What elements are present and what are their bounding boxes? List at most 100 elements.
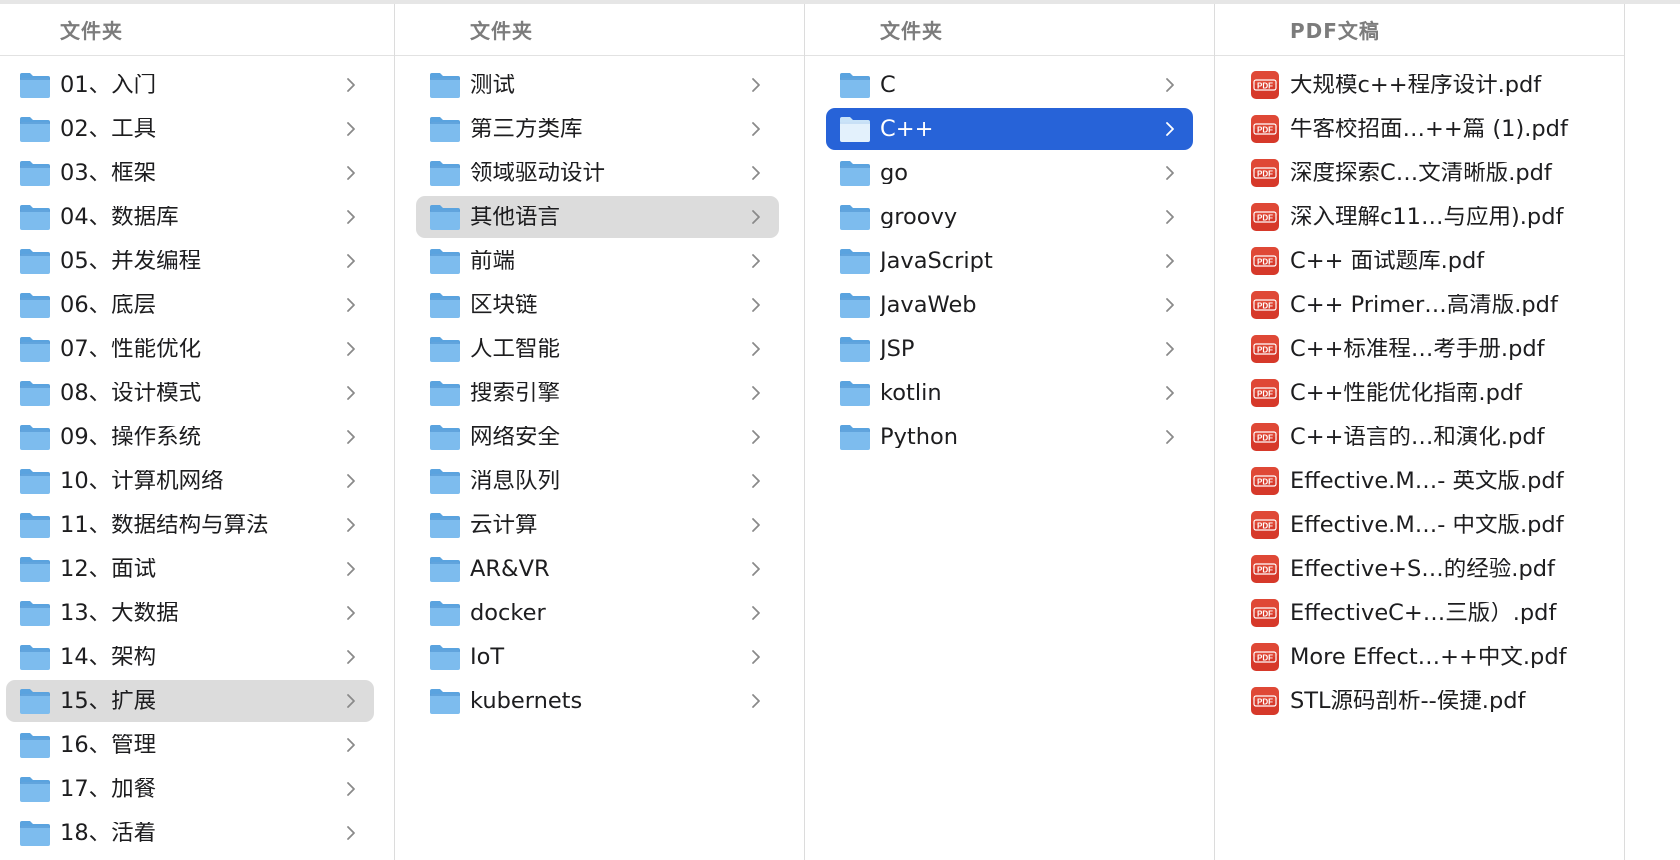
chevron-right-icon bbox=[340, 117, 362, 141]
folder-icon bbox=[838, 114, 872, 144]
folder-row[interactable]: 人工智能 bbox=[416, 328, 779, 370]
folder-name: go bbox=[880, 161, 909, 185]
folder-icon bbox=[838, 378, 872, 408]
file-row[interactable]: PDF EffectiveC+…三版）.pdf bbox=[1236, 592, 1606, 634]
column-4[interactable]: PDF文稿 PDF 大规模c++程序设计.pdf PDF 牛客校招面…++篇 (1).… bbox=[1215, 4, 1625, 860]
folder-name: kotlin bbox=[880, 381, 942, 405]
folder-name: 06、底层 bbox=[60, 293, 157, 317]
folder-icon bbox=[428, 158, 462, 188]
folder-icon bbox=[18, 642, 52, 672]
folder-name: IoT bbox=[470, 645, 505, 669]
folder-row[interactable]: 15、扩展 bbox=[6, 680, 374, 722]
chevron-right-icon bbox=[745, 161, 767, 185]
folder-row[interactable]: 03、框架 bbox=[6, 152, 374, 194]
folder-row[interactable]: 01、入门 bbox=[6, 64, 374, 106]
file-row[interactable]: PDF Effective+S…的经验.pdf bbox=[1236, 548, 1606, 590]
folder-row[interactable]: 13、大数据 bbox=[6, 592, 374, 634]
folder-row[interactable]: 06、底层 bbox=[6, 284, 374, 326]
folder-row[interactable]: 18、活着 bbox=[6, 812, 374, 854]
file-row[interactable]: PDF More Effect…++中文.pdf bbox=[1236, 636, 1606, 678]
column-3[interactable]: 文件夹 C C++ go groovy JavaScript JavaWeb JSP kotl… bbox=[805, 4, 1215, 860]
folder-row[interactable]: 05、并发编程 bbox=[6, 240, 374, 282]
folder-row[interactable]: 14、架构 bbox=[6, 636, 374, 678]
folder-row[interactable]: 17、加餐 bbox=[6, 768, 374, 810]
folder-icon bbox=[428, 246, 462, 276]
folder-row[interactable]: JavaWeb bbox=[826, 284, 1193, 326]
column-header: 文件夹 bbox=[0, 4, 394, 56]
folder-row[interactable]: 16、管理 bbox=[6, 724, 374, 766]
pdf-file-icon: PDF bbox=[1248, 70, 1282, 100]
svg-text:PDF: PDF bbox=[1257, 214, 1273, 223]
file-row[interactable]: PDF C++语言的…和演化.pdf bbox=[1236, 416, 1606, 458]
folder-row[interactable]: docker bbox=[416, 592, 779, 634]
folder-icon bbox=[838, 202, 872, 232]
column-2[interactable]: 文件夹 测试 第三方类库 领域驱动设计 其他语言 前端 区块链 人工智能 搜索引擎 网络安全 消息… bbox=[395, 4, 805, 860]
folder-row[interactable]: go bbox=[826, 152, 1193, 194]
folder-row[interactable]: kotlin bbox=[826, 372, 1193, 414]
file-row[interactable]: PDF C++标准程…考手册.pdf bbox=[1236, 328, 1606, 370]
chevron-right-icon bbox=[340, 645, 362, 669]
folder-row[interactable]: IoT bbox=[416, 636, 779, 678]
folder-row[interactable]: 第三方类库 bbox=[416, 108, 779, 150]
folder-row[interactable]: 09、操作系统 bbox=[6, 416, 374, 458]
file-name: 牛客校招面…++篇 (1).pdf bbox=[1290, 117, 1568, 141]
folder-row[interactable]: JSP bbox=[826, 328, 1193, 370]
folder-row[interactable]: 其他语言 bbox=[416, 196, 779, 238]
folder-name: docker bbox=[470, 601, 546, 625]
folder-row[interactable]: 07、性能优化 bbox=[6, 328, 374, 370]
folder-row[interactable]: 04、数据库 bbox=[6, 196, 374, 238]
folder-row[interactable]: C bbox=[826, 64, 1193, 106]
pdf-file-icon: PDF bbox=[1248, 554, 1282, 584]
folder-icon bbox=[18, 818, 52, 848]
folder-row[interactable]: 网络安全 bbox=[416, 416, 779, 458]
folder-icon bbox=[18, 730, 52, 760]
folder-icon bbox=[428, 598, 462, 628]
folder-row[interactable]: 领域驱动设计 bbox=[416, 152, 779, 194]
folder-row[interactable]: 02、工具 bbox=[6, 108, 374, 150]
svg-text:PDF: PDF bbox=[1257, 346, 1273, 355]
column-1[interactable]: 文件夹 01、入门 02、工具 03、框架 04、数据库 05、并发编程 06、底层 07、… bbox=[0, 4, 395, 860]
folder-row[interactable]: 搜索引擎 bbox=[416, 372, 779, 414]
pdf-file-icon: PDF bbox=[1248, 422, 1282, 452]
file-row[interactable]: PDF Effective.M…- 英文版.pdf bbox=[1236, 460, 1606, 502]
folder-icon bbox=[18, 598, 52, 628]
column-rows: 01、入门 02、工具 03、框架 04、数据库 05、并发编程 06、底层 07、性能优化… bbox=[0, 56, 394, 854]
file-row[interactable]: PDF Effective.M…- 中文版.pdf bbox=[1236, 504, 1606, 546]
file-row[interactable]: PDF 牛客校招面…++篇 (1).pdf bbox=[1236, 108, 1606, 150]
folder-row[interactable]: 区块链 bbox=[416, 284, 779, 326]
folder-row[interactable]: Python bbox=[826, 416, 1193, 458]
folder-row[interactable]: 10、计算机网络 bbox=[6, 460, 374, 502]
folder-row[interactable]: 测试 bbox=[416, 64, 779, 106]
folder-row[interactable]: C++ bbox=[826, 108, 1193, 150]
folder-row[interactable]: groovy bbox=[826, 196, 1193, 238]
folder-row[interactable]: 12、面试 bbox=[6, 548, 374, 590]
folder-row[interactable]: 云计算 bbox=[416, 504, 779, 546]
folder-row[interactable]: kubernets bbox=[416, 680, 779, 722]
file-name: 深度探索C…文清晰版.pdf bbox=[1290, 161, 1552, 185]
chevron-right-icon bbox=[745, 469, 767, 493]
folder-icon bbox=[18, 334, 52, 364]
folder-row[interactable]: JavaScript bbox=[826, 240, 1193, 282]
folder-name: 07、性能优化 bbox=[60, 337, 202, 361]
pdf-file-icon: PDF bbox=[1248, 686, 1282, 716]
file-row[interactable]: PDF 深度探索C…文清晰版.pdf bbox=[1236, 152, 1606, 194]
folder-row[interactable]: 消息队列 bbox=[416, 460, 779, 502]
file-row[interactable]: PDF C++ Primer…高清版.pdf bbox=[1236, 284, 1606, 326]
file-row[interactable]: PDF 深入理解c11…与应用).pdf bbox=[1236, 196, 1606, 238]
folder-row[interactable]: 前端 bbox=[416, 240, 779, 282]
folder-row[interactable]: AR&VR bbox=[416, 548, 779, 590]
chevron-right-icon bbox=[340, 777, 362, 801]
folder-icon bbox=[428, 642, 462, 672]
file-row[interactable]: PDF 大规模c++程序设计.pdf bbox=[1236, 64, 1606, 106]
column-header: 文件夹 bbox=[805, 4, 1214, 56]
folder-row[interactable]: 11、数据结构与算法 bbox=[6, 504, 374, 546]
folder-row[interactable]: 08、设计模式 bbox=[6, 372, 374, 414]
file-row[interactable]: PDF C++性能优化指南.pdf bbox=[1236, 372, 1606, 414]
folder-icon bbox=[428, 290, 462, 320]
folder-name: 13、大数据 bbox=[60, 601, 179, 625]
chevron-right-icon bbox=[1159, 249, 1181, 273]
folder-icon bbox=[18, 686, 52, 716]
file-row[interactable]: PDF C++ 面试题库.pdf bbox=[1236, 240, 1606, 282]
file-row[interactable]: PDF STL源码剖析--侯捷.pdf bbox=[1236, 680, 1606, 722]
folder-icon bbox=[428, 378, 462, 408]
